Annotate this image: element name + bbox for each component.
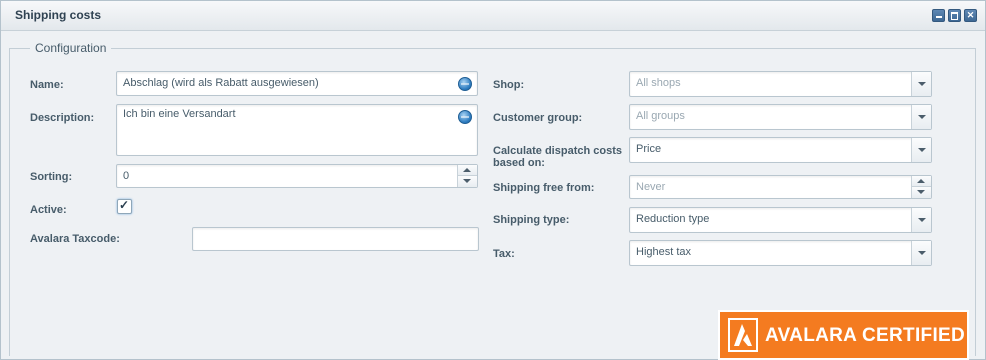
avalara-certified-text: AVALARA CERTIFIED bbox=[765, 325, 966, 346]
avalara-certified-badge: AVALARA CERTIFIED bbox=[718, 310, 969, 360]
shop-placeholder: All shops bbox=[636, 77, 681, 89]
active-checkbox[interactable]: ✓ bbox=[117, 198, 132, 214]
configuration-legend: Configuration bbox=[30, 41, 112, 55]
active-label: Active: bbox=[30, 204, 67, 216]
calc-dispatch-label: Calculate dispatch costs based on: bbox=[493, 145, 622, 169]
chevron-down-icon[interactable] bbox=[911, 138, 931, 162]
sorting-value: 0 bbox=[123, 170, 130, 182]
shipping-type-combo[interactable]: Reduction type bbox=[629, 207, 932, 233]
translation-globe-icon[interactable] bbox=[458, 110, 472, 124]
calc-dispatch-combo[interactable]: Price bbox=[629, 137, 932, 163]
name-value: Abschlag (wird als Rabatt ausgewiesen) bbox=[123, 77, 319, 89]
description-field[interactable]: Ich bin eine Versandart bbox=[116, 104, 478, 156]
calc-dispatch-label-line1: Calculate dispatch costs bbox=[493, 145, 622, 157]
shop-label: Shop: bbox=[493, 79, 525, 91]
name-field[interactable]: Abschlag (wird als Rabatt ausgewiesen) bbox=[116, 71, 478, 96]
shipping-type-value: Reduction type bbox=[636, 213, 710, 225]
customer-group-combo[interactable]: All groups bbox=[629, 104, 932, 130]
sorting-number-field[interactable]: 0 bbox=[116, 164, 478, 188]
calc-dispatch-value: Price bbox=[636, 143, 662, 155]
spin-up-icon[interactable] bbox=[912, 176, 931, 187]
chevron-down-icon[interactable] bbox=[911, 208, 931, 232]
description-label: Description: bbox=[30, 112, 95, 124]
shipping-free-from-field[interactable]: Never bbox=[629, 175, 932, 199]
maximize-icon[interactable] bbox=[948, 9, 961, 22]
tax-label: Tax: bbox=[493, 248, 515, 260]
translation-globe-icon[interactable] bbox=[458, 77, 472, 91]
spin-up-icon[interactable] bbox=[458, 165, 477, 176]
spin-down-icon[interactable] bbox=[458, 176, 477, 187]
shipping-free-from-label: Shipping free from: bbox=[493, 182, 595, 194]
shipping-type-label: Shipping type: bbox=[493, 214, 570, 226]
window-title: Shipping costs bbox=[15, 8, 102, 22]
calc-dispatch-label-line2: based on: bbox=[493, 157, 545, 169]
window-titlebar[interactable]: Shipping costs ✕ bbox=[1, 1, 985, 31]
sorting-spinner[interactable] bbox=[457, 165, 477, 187]
checkmark-icon: ✓ bbox=[119, 198, 130, 212]
tax-value: Highest tax bbox=[636, 246, 692, 258]
window-controls: ✕ bbox=[932, 9, 977, 22]
minimize-icon[interactable] bbox=[932, 9, 945, 22]
avalara-logo-icon bbox=[728, 318, 758, 352]
sorting-label: Sorting: bbox=[30, 171, 73, 183]
customer-group-label: Customer group: bbox=[493, 112, 583, 124]
shipping-free-from-placeholder: Never bbox=[636, 181, 666, 193]
chevron-down-icon[interactable] bbox=[911, 105, 931, 129]
close-icon[interactable]: ✕ bbox=[964, 9, 977, 22]
shipping-free-from-spinner[interactable] bbox=[911, 176, 931, 198]
tax-combo[interactable]: Highest tax bbox=[629, 240, 932, 266]
chevron-down-icon[interactable] bbox=[911, 72, 931, 96]
chevron-down-icon[interactable] bbox=[911, 241, 931, 265]
avalara-taxcode-label: Avalara Taxcode: bbox=[30, 233, 120, 245]
shop-combo[interactable]: All shops bbox=[629, 71, 932, 97]
description-value: Ich bin eine Versandart bbox=[123, 108, 236, 120]
name-label: Name: bbox=[30, 79, 64, 91]
spin-down-icon[interactable] bbox=[912, 187, 931, 198]
customer-group-placeholder: All groups bbox=[636, 110, 685, 122]
avalara-taxcode-field[interactable] bbox=[192, 227, 479, 251]
